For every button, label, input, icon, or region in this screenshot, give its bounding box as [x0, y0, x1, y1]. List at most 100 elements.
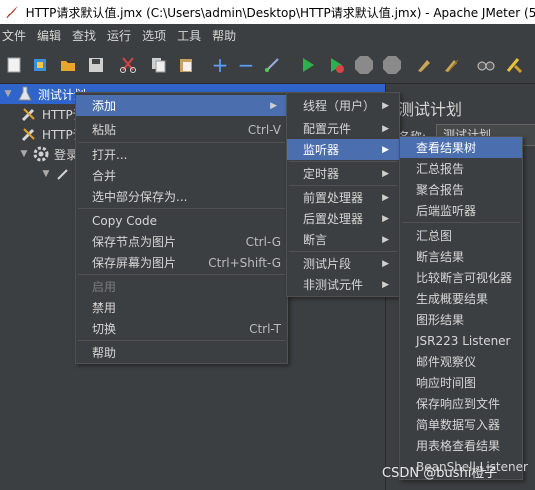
menu-separator — [78, 142, 285, 143]
menu-item-save-screen-image[interactable]: 保存屏幕为图片 Ctrl+Shift-G — [76, 252, 287, 273]
new-icon[interactable] — [4, 55, 24, 75]
toggle-icon[interactable] — [262, 55, 282, 75]
shutdown-icon[interactable] — [382, 55, 402, 75]
menu-item-label: 切换 — [92, 322, 117, 336]
submenu-arrow-icon: ▶ — [382, 144, 389, 155]
menu-item-label: 非测试元件 — [303, 278, 364, 292]
listener-submenu: 查看结果树 汇总报告 聚合报告 后端监听器 汇总图 断言结果 比较断言可视化器 … — [399, 136, 528, 480]
menu-item-label: 保存屏幕为图片 — [92, 256, 177, 270]
menu-item-label: 定时器 — [303, 167, 340, 181]
menu-item-label: 启用 — [92, 280, 117, 294]
menu-item-save-selection[interactable]: 选中部分保存为... — [76, 186, 287, 207]
menu-item-label: 帮助 — [92, 346, 117, 360]
listener-item[interactable]: 图形结果 — [400, 309, 522, 330]
tree-item-login[interactable]: ▼ 登录 — [16, 144, 78, 164]
menu-item-label: 后端监听器 — [416, 204, 477, 218]
menu-file[interactable]: 文件 — [0, 27, 35, 44]
start-icon[interactable] — [298, 55, 318, 75]
submenu-item-timer[interactable]: 定时器 ▶ — [287, 163, 399, 184]
paste-icon[interactable] — [176, 55, 196, 75]
submenu-item-threads[interactable]: 线程（用户） ▶ — [287, 95, 399, 116]
submenu-arrow-icon: ▶ — [382, 258, 389, 269]
listener-item[interactable]: 邮件观察仪 — [400, 351, 522, 372]
expand-arrow-icon[interactable]: ▼ — [38, 169, 54, 179]
templates-icon[interactable] — [30, 55, 50, 75]
gear-icon — [32, 145, 50, 163]
submenu-item-listener[interactable]: 监听器 ▶ — [287, 139, 399, 160]
save-icon[interactable] — [86, 55, 106, 75]
listener-item[interactable]: 生成概要结果 — [400, 288, 522, 309]
open-icon[interactable] — [58, 55, 78, 75]
watermark: CSDN @bushi橙子 — [382, 466, 498, 481]
submenu-arrow-icon: ▶ — [270, 100, 277, 111]
menu-item-label: 邮件观察仪 — [416, 355, 477, 369]
listener-item[interactable]: 汇总图 — [400, 225, 522, 246]
submenu-item-preprocessor[interactable]: 前置处理器 ▶ — [287, 187, 399, 208]
listener-item[interactable]: 查看结果树 — [400, 137, 522, 158]
menu-search[interactable]: 查找 — [70, 27, 105, 44]
cut-icon[interactable] — [118, 55, 138, 75]
submenu-arrow-icon: ▶ — [382, 100, 389, 111]
menu-separator — [289, 161, 397, 162]
menu-separator — [289, 251, 397, 252]
submenu-item-config[interactable]: 配置元件 ▶ — [287, 118, 399, 139]
wrench-icon — [20, 105, 38, 123]
reset-search-icon[interactable] — [504, 55, 524, 75]
menu-item-label: 聚合报告 — [416, 183, 465, 197]
shortcut-label: Ctrl-G — [245, 234, 281, 249]
window-title: HTTP请求默认值.jmx (C:\Users\admin\Desktop\HT… — [25, 5, 535, 20]
toolbar: + − — [0, 46, 535, 84]
submenu-arrow-icon: ▶ — [382, 234, 389, 245]
listener-item[interactable]: 聚合报告 — [400, 179, 522, 200]
menu-item-open[interactable]: 打开... — [76, 144, 287, 165]
clear-icon[interactable] — [414, 55, 434, 75]
menu-item-label: 用表格查看结果 — [416, 439, 501, 453]
menu-item-save-node-image[interactable]: 保存节点为图片 Ctrl-G — [76, 231, 287, 252]
submenu-item-non-test[interactable]: 非测试元件 ▶ — [287, 274, 399, 295]
search-icon[interactable] — [476, 55, 496, 75]
menu-item-label: 配置元件 — [303, 122, 352, 136]
menu-item-label: 简单数据写入器 — [416, 418, 501, 432]
expand-icon[interactable]: + — [210, 53, 230, 77]
start-no-pause-icon[interactable] — [326, 55, 346, 75]
stop-icon[interactable] — [354, 55, 374, 75]
menu-help[interactable]: 帮助 — [210, 27, 245, 44]
copy-icon[interactable] — [148, 55, 168, 75]
listener-item[interactable]: JSR223 Listener — [400, 330, 522, 351]
listener-item[interactable]: 比较断言可视化器 — [400, 267, 522, 288]
expand-arrow-icon[interactable]: ▼ — [0, 89, 16, 99]
expand-arrow-icon[interactable]: ▼ — [16, 149, 32, 159]
submenu-item-test-fragment[interactable]: 测试片段 ▶ — [287, 253, 399, 274]
menu-item-toggle[interactable]: 切换 Ctrl-T — [76, 318, 287, 339]
listener-item[interactable]: 汇总报告 — [400, 158, 522, 179]
menu-edit[interactable]: 编辑 — [35, 27, 70, 44]
submenu-item-assertion[interactable]: 断言 ▶ — [287, 229, 399, 250]
menu-tools[interactable]: 工具 — [175, 27, 210, 44]
menu-item-add[interactable]: 添加 ▶ — [76, 95, 287, 116]
submenu-arrow-icon: ▶ — [382, 279, 389, 290]
listener-item[interactable]: 简单数据写入器 — [400, 414, 522, 435]
listener-item[interactable]: 用表格查看结果 — [400, 435, 522, 456]
jmeter-feather-icon — [6, 6, 18, 19]
listener-item[interactable]: 断言结果 — [400, 246, 522, 267]
tree-item-child[interactable]: ▼ — [38, 164, 76, 184]
menu-item-label: 生成概要结果 — [416, 292, 489, 306]
submenu-item-postprocessor[interactable]: 后置处理器 ▶ — [287, 208, 399, 229]
title-bar: HTTP请求默认值.jmx (C:\Users\admin\Desktop\HT… — [0, 0, 535, 24]
menu-options[interactable]: 选项 — [140, 27, 175, 44]
menu-item-label: 粘贴 — [92, 123, 117, 137]
collapse-icon[interactable]: − — [236, 53, 256, 77]
menu-item-help[interactable]: 帮助 — [76, 342, 287, 363]
menu-item-label: 添加 — [92, 99, 117, 113]
listener-item[interactable]: 保存响应到文件 — [400, 393, 522, 414]
menu-item-copy-code[interactable]: Copy Code — [76, 210, 287, 231]
menu-item-paste[interactable]: 粘贴 Ctrl-V — [76, 119, 287, 140]
shortcut-label: Ctrl+Shift-G — [208, 255, 281, 270]
clear-all-icon[interactable] — [442, 55, 462, 75]
menu-item-merge[interactable]: 合并 — [76, 165, 287, 186]
listener-item[interactable]: 响应时间图 — [400, 372, 522, 393]
listener-item[interactable]: 后端监听器 — [400, 200, 522, 221]
menu-run[interactable]: 运行 — [105, 27, 140, 44]
menu-item-disable[interactable]: 禁用 — [76, 297, 287, 318]
pipette-icon — [54, 165, 72, 183]
